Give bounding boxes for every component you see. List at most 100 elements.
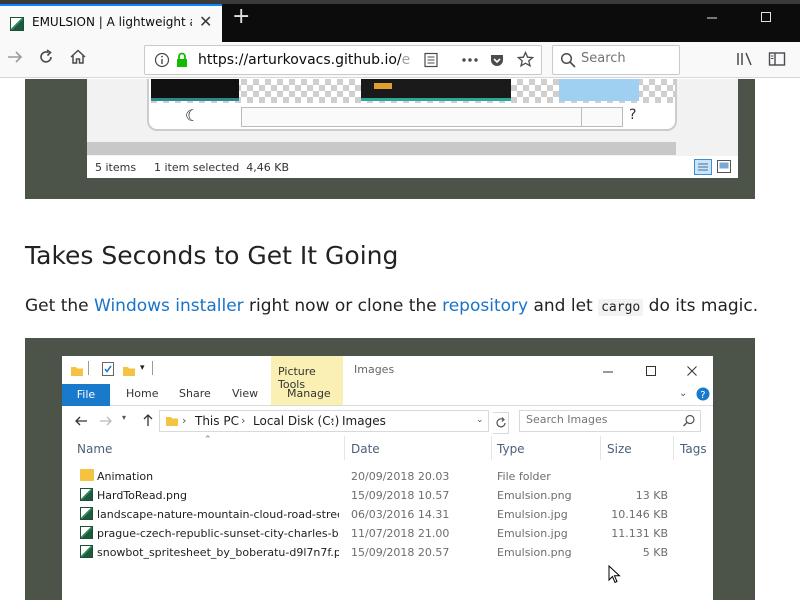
details-view-icon[interactable] bbox=[694, 159, 712, 178]
tab-title: EMULSION | A lightweight and bbox=[32, 15, 192, 29]
tab-close-icon[interactable]: ✕ bbox=[199, 12, 212, 31]
library-icon bbox=[737, 52, 752, 66]
home-icon bbox=[70, 49, 86, 64]
column-header-size[interactable]: Size bbox=[607, 442, 632, 456]
para-text-4: do its magic. bbox=[643, 296, 759, 316]
night-mode-moon-icon[interactable]: ☾ bbox=[185, 106, 199, 125]
explorer-search-icon bbox=[682, 414, 696, 431]
emulsion-file-icon bbox=[80, 526, 93, 539]
horizontal-scrollbar[interactable] bbox=[87, 142, 738, 155]
explorer-search-box[interactable] bbox=[519, 410, 701, 432]
ribbon-expand-icon[interactable]: ⌄ bbox=[679, 388, 687, 399]
para-text-1: Get the bbox=[25, 296, 95, 316]
url-text[interactable]: https://arturkovacs.github.io/e bbox=[198, 52, 410, 68]
new-tab-button[interactable]: + bbox=[232, 6, 250, 28]
explorer-close-icon[interactable] bbox=[686, 362, 698, 381]
info-icon[interactable] bbox=[154, 52, 170, 72]
maximize-button[interactable] bbox=[760, 11, 772, 27]
zoom-bar[interactable] bbox=[241, 107, 583, 127]
window-title: Images bbox=[354, 363, 395, 376]
file-date: 15/09/2018 20.57 bbox=[351, 546, 450, 559]
file-date: 06/03/2016 14.31 bbox=[351, 508, 450, 521]
address-bar[interactable]: › This PC › Local Disk (C:) › Images ⌄ bbox=[159, 410, 489, 432]
ribbon-tab-share[interactable]: Share bbox=[179, 387, 211, 400]
windows-installer-link[interactable]: Windows installer bbox=[94, 296, 244, 316]
sprite-strip-sky bbox=[559, 79, 639, 101]
ribbon-tab-manage[interactable]: Manage bbox=[287, 387, 331, 400]
column-header-date[interactable]: Date bbox=[351, 442, 380, 456]
back-button[interactable] bbox=[74, 413, 88, 432]
file-row[interactable]: snowbot_spritesheet_by_boberatu-d9l7n7f.… bbox=[62, 543, 713, 562]
forward-nav-button[interactable] bbox=[99, 413, 113, 432]
column-separator bbox=[600, 436, 601, 460]
qat-dropdown-icon[interactable]: ▾ bbox=[140, 363, 145, 373]
emulsion-file-icon bbox=[80, 545, 93, 558]
browser-tab-active[interactable]: EMULSION | A lightweight and ✕ bbox=[0, 4, 222, 42]
up-button[interactable] bbox=[141, 412, 155, 431]
minimize-button[interactable] bbox=[706, 12, 718, 28]
breadcrumb-local-disk[interactable]: Local Disk (C:) bbox=[253, 414, 339, 428]
library-button[interactable] bbox=[736, 51, 754, 72]
file-type: File folder bbox=[497, 470, 551, 483]
ribbon-tab-file[interactable]: File bbox=[62, 384, 110, 406]
column-header-type[interactable]: Type bbox=[497, 442, 525, 456]
status-selection: 1 item selected 4,46 KB bbox=[154, 161, 290, 174]
file-type: Emulsion.png bbox=[497, 546, 572, 559]
file-row[interactable]: landscape-nature-mountain-cloud-road-str… bbox=[62, 505, 713, 524]
secure-lock-icon[interactable] bbox=[175, 52, 189, 72]
breadcrumb-this-pc[interactable]: This PC bbox=[195, 414, 239, 428]
recent-locations-icon[interactable]: ▾ bbox=[122, 413, 126, 422]
explorer-status-bar: 5 items 1 item selected 4,46 KB bbox=[87, 156, 738, 178]
new-folder-icon[interactable] bbox=[122, 363, 136, 382]
refresh-icon bbox=[496, 417, 506, 428]
breadcrumb-images[interactable]: Images bbox=[342, 414, 386, 428]
url-bar[interactable]: https://arturkovacs.github.io/e bbox=[144, 45, 542, 75]
explorer-maximize-icon[interactable] bbox=[645, 362, 657, 381]
home-button[interactable] bbox=[69, 48, 87, 71]
reader-view-icon[interactable] bbox=[423, 52, 439, 72]
file-type: Emulsion.png bbox=[497, 489, 572, 502]
pocket-icon[interactable] bbox=[489, 52, 505, 72]
file-row[interactable]: Animation 20/09/2018 20.03 File folder bbox=[62, 467, 713, 486]
folder-title-icon bbox=[70, 363, 84, 382]
column-header-tags[interactable]: Tags bbox=[680, 442, 707, 456]
reload-button[interactable] bbox=[37, 48, 55, 71]
file-row[interactable]: HardToRead.png 15/09/2018 10.57 Emulsion… bbox=[62, 486, 713, 505]
file-size: 5 KB bbox=[642, 546, 668, 559]
emulsion-file-icon bbox=[80, 488, 93, 501]
up-arrow-icon bbox=[143, 414, 153, 426]
column-separator bbox=[491, 436, 492, 460]
file-row[interactable]: prague-czech-republic-sunset-city-charle… bbox=[62, 524, 713, 543]
explorer-minimize-icon[interactable] bbox=[602, 363, 614, 382]
breadcrumb-chevron-1: › bbox=[182, 414, 187, 427]
large-icons-view-icon[interactable] bbox=[717, 160, 731, 176]
file-date: 11/07/2018 21.00 bbox=[351, 527, 450, 540]
sidebar-button[interactable] bbox=[768, 51, 786, 72]
ribbon-tab-view[interactable]: View bbox=[232, 387, 258, 400]
screenshot-frame-top: ☾ ? 5 items 1 item selected 4,46 KB bbox=[25, 79, 755, 199]
browser-search-box[interactable] bbox=[552, 45, 680, 75]
forward-button[interactable] bbox=[6, 48, 24, 71]
refresh-button[interactable] bbox=[493, 412, 509, 434]
address-dropdown-icon[interactable]: ⌄ bbox=[476, 415, 484, 425]
help-icon[interactable]: ? bbox=[696, 386, 710, 405]
page-actions-icon[interactable] bbox=[461, 52, 479, 72]
explorer-search-input[interactable] bbox=[526, 413, 676, 426]
repository-link[interactable]: repository bbox=[442, 296, 528, 316]
bookmark-star-icon[interactable] bbox=[516, 50, 535, 72]
qat-divider bbox=[88, 361, 89, 375]
address-folder-icon bbox=[165, 414, 179, 431]
browser-search-input[interactable] bbox=[581, 51, 671, 66]
properties-icon[interactable] bbox=[101, 361, 115, 381]
scrollbar-track-end bbox=[676, 142, 738, 155]
column-header-name[interactable]: Name bbox=[77, 442, 112, 456]
explorer-title-bar: ▾ Images bbox=[62, 356, 713, 384]
zoom-bar-end[interactable] bbox=[581, 107, 623, 127]
emulsion-favicon-icon bbox=[10, 17, 24, 31]
file-size: 13 KB bbox=[635, 489, 668, 502]
intro-paragraph: Get the Windows installer right now or c… bbox=[25, 296, 758, 316]
ribbon-tab-home[interactable]: Home bbox=[126, 387, 158, 400]
help-button[interactable]: ? bbox=[629, 107, 636, 123]
file-name: prague-czech-republic-sunset-city-charle… bbox=[97, 527, 339, 540]
folder-icon bbox=[80, 469, 94, 481]
